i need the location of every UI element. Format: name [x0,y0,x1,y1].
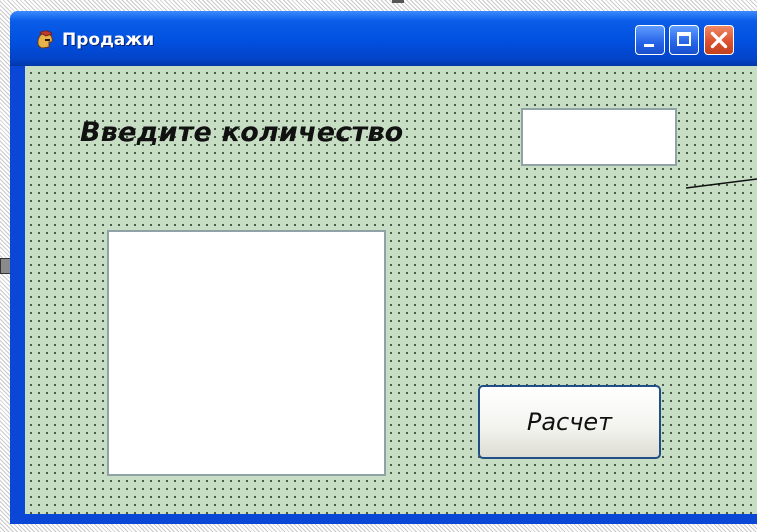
maximize-button[interactable] [669,25,699,55]
title-bar[interactable]: Продажи [10,11,757,66]
close-icon [710,31,728,49]
designer-top-marker [392,0,404,3]
close-button[interactable] [704,25,734,55]
calculate-button[interactable]: Расчет [478,385,661,459]
window-title: Продажи [62,30,155,50]
quantity-prompt-label: Введите количество [80,117,404,148]
minimize-icon [644,44,654,47]
app-icon [34,29,56,51]
minimize-button[interactable] [635,25,665,55]
maximize-icon [677,32,691,46]
quantity-input[interactable] [521,108,677,166]
result-memo[interactable] [107,230,386,476]
